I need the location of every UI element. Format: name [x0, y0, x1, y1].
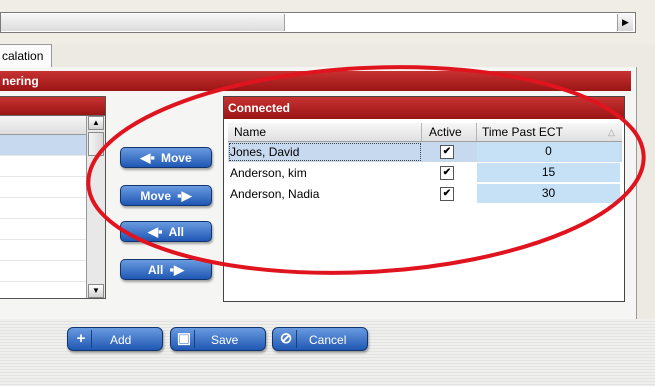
move-right-button[interactable]: Move ▪▶: [120, 185, 212, 206]
row-time-past-ect[interactable]: 15: [477, 163, 620, 182]
table-row[interactable]: Jones, David ✔ 0: [228, 142, 622, 162]
dropdown-arrow-icon[interactable]: ▶: [617, 14, 633, 31]
table-row[interactable]: Anderson, kim ✔ 15: [228, 163, 622, 183]
available-list[interactable]: ▲ ▼: [0, 96, 106, 299]
list-item[interactable]: [0, 156, 87, 177]
combobox-segment: [1, 14, 285, 31]
connected-column-header: Name Active Time Past ECT △: [228, 123, 622, 142]
column-header-time-past-ect[interactable]: Time Past ECT: [482, 125, 563, 139]
list-item[interactable]: [0, 135, 87, 156]
connected-title: Connected: [224, 97, 624, 119]
list-item[interactable]: [0, 198, 87, 219]
scroll-thumb[interactable]: [88, 132, 104, 156]
cancel-button[interactable]: ⊘ Cancel: [272, 327, 368, 351]
move-left-button[interactable]: ◀▪ Move: [120, 147, 212, 168]
column-header-active[interactable]: Active: [429, 125, 462, 139]
column-divider[interactable]: [476, 123, 477, 141]
list-item[interactable]: [0, 261, 87, 282]
top-toolbar: ▶: [0, 0, 655, 44]
cancel-circle-icon: ⊘: [276, 330, 297, 348]
tab-escalation[interactable]: calation: [0, 44, 52, 68]
list-item[interactable]: [0, 240, 87, 261]
column-divider[interactable]: [421, 123, 422, 141]
floppy-disk-icon: ▣: [174, 330, 195, 348]
row-name: Anderson, Nadia: [230, 187, 320, 201]
row-time-past-ect[interactable]: 30: [477, 184, 620, 203]
active-checkbox[interactable]: ✔: [440, 166, 454, 180]
active-checkbox[interactable]: ✔: [440, 145, 454, 159]
available-list-header: [0, 97, 105, 116]
selector-combobox[interactable]: ▶: [0, 12, 636, 33]
vertical-scrollbar[interactable]: ▲ ▼: [86, 116, 105, 298]
arrow-right-icon: ▪▶: [177, 188, 192, 203]
active-checkbox[interactable]: ✔: [440, 187, 454, 201]
scroll-down-icon[interactable]: ▼: [88, 284, 104, 298]
sort-indicator-icon: △: [608, 127, 615, 137]
arrow-left-icon: ◀▪: [148, 224, 163, 239]
table-row[interactable]: Anderson, Nadia ✔ 30: [228, 184, 622, 204]
move-all-left-button[interactable]: ◀▪ All: [120, 221, 212, 242]
save-button[interactable]: ▣ Save: [170, 327, 266, 351]
list-item[interactable]: [0, 177, 87, 198]
connected-panel: Connected Name Active Time Past ECT △ Jo…: [223, 96, 625, 302]
arrow-left-icon: ◀▪: [140, 150, 155, 165]
section-title: nering: [0, 71, 631, 91]
move-all-right-button[interactable]: All ▪▶: [120, 259, 212, 280]
column-header-name[interactable]: Name: [234, 125, 266, 139]
add-button[interactable]: + Add: [67, 327, 163, 351]
list-item[interactable]: [0, 219, 87, 240]
row-name: Anderson, kim: [230, 166, 307, 180]
plus-icon: +: [71, 330, 92, 348]
row-time-past-ect[interactable]: 0: [477, 142, 620, 161]
row-name: Jones, David: [230, 145, 300, 159]
scroll-up-icon[interactable]: ▲: [88, 116, 104, 130]
arrow-right-icon: ▪▶: [169, 262, 184, 277]
